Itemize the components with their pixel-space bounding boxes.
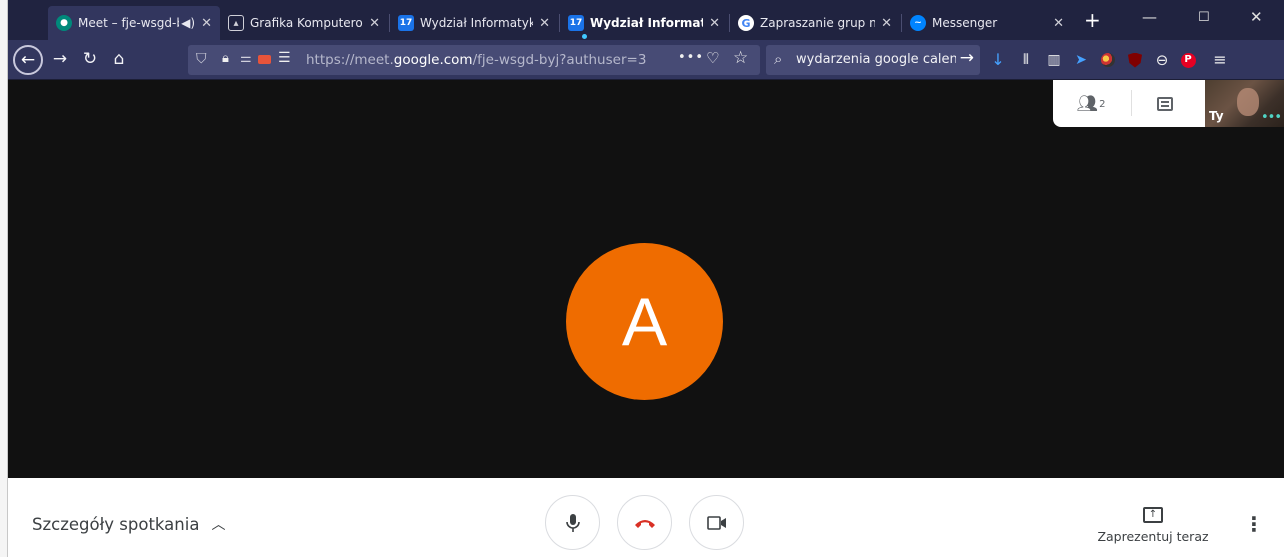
search-input[interactable]: wydarzenia google calendar (796, 52, 956, 67)
meet-icon: ● (56, 15, 72, 31)
forward-button[interactable]: → (48, 48, 72, 70)
permissions-icon[interactable]: ⚌ (240, 51, 252, 66)
bookmark-star-icon[interactable]: ☆ (733, 48, 748, 68)
url-bar[interactable]: ⛉ 🔒︎ ⚌ ☰ https://meet.google.com/fje-wsg… (188, 45, 760, 75)
close-icon[interactable]: ✕ (709, 16, 720, 31)
new-tab-button[interactable]: + (1084, 8, 1101, 32)
tab-label: Zapraszanie grup na (760, 16, 876, 30)
tab-label: Wydział Informatyki, (420, 16, 534, 30)
classroom-icon: ▴ (228, 15, 244, 31)
camera-icon (706, 515, 726, 530)
back-button[interactable]: ← (13, 45, 43, 75)
self-label: Ty (1209, 109, 1224, 123)
extension-icon[interactable] (1099, 51, 1117, 69)
chat-button[interactable] (1145, 88, 1185, 120)
sidebar-icon[interactable]: ▥ (1045, 51, 1063, 69)
calendar-icon: 17 (398, 15, 414, 31)
close-icon[interactable]: ✕ (201, 16, 212, 31)
video-stage: A 👥︎ 2 Ty ••• (8, 80, 1284, 478)
navigation-bar: ← → ↻ ⌂ ⛉ 🔒︎ ⚌ ☰ https://meet.google.com… (8, 40, 1284, 80)
present-now-button[interactable]: ↑ Zaprezentuj teraz (1088, 502, 1218, 544)
url-text[interactable]: https://meet.google.com/fje-wsgd-byj?aut… (306, 52, 646, 68)
camera-sharing-icon[interactable] (258, 55, 271, 64)
meeting-details-button[interactable]: Szczegóły spotkania ︿ (32, 514, 225, 534)
people-icon: 👥︎ (1076, 94, 1099, 114)
google-icon: G (738, 15, 754, 31)
close-icon[interactable]: ✕ (369, 16, 380, 31)
search-bar[interactable]: ⌕ wydarzenia google calendar → (766, 45, 980, 75)
tab-wydzial-1[interactable]: 17 Wydział Informatyki, ✕ (390, 6, 558, 40)
meeting-toolbar: Szczegóły spotkania ︿ ↑ Zaprezentuj tera… (8, 478, 1284, 557)
end-call-button[interactable] (617, 495, 672, 550)
calendar-icon: 17 (568, 15, 584, 31)
search-icon: ⌕ (774, 50, 783, 68)
close-icon[interactable]: ✕ (539, 16, 550, 31)
tab-label: Grafika Komputerowa (250, 16, 363, 30)
minimize-button[interactable]: — (1142, 8, 1157, 26)
page-actions-icon[interactable]: ••• (678, 50, 704, 65)
reload-button[interactable]: ↻ (78, 48, 102, 70)
pinterest-icon[interactable]: P (1179, 51, 1197, 69)
download-icon[interactable]: ↓ (989, 51, 1007, 69)
present-now-label: Zaprezentuj teraz (1097, 529, 1209, 544)
reader-icon[interactable]: ☰ (278, 50, 291, 66)
microphone-icon (565, 513, 580, 532)
tab-label: Meet – fje-wsgd-b (78, 16, 180, 30)
more-options-button[interactable]: ⋮ (1244, 512, 1264, 536)
close-icon[interactable]: ✕ (1053, 16, 1064, 31)
window-close-button[interactable]: ✕ (1250, 8, 1263, 26)
tab-meet[interactable]: ● Meet – fje-wsgd-b ◀) ✕ (48, 6, 220, 40)
more-options-icon[interactable]: ••• (1261, 110, 1282, 125)
speaker-icon[interactable]: ◀) (181, 16, 195, 30)
pocket-icon[interactable]: ♡ (706, 49, 719, 67)
self-video (1237, 88, 1259, 116)
camera-button[interactable] (689, 495, 744, 550)
ublock-icon[interactable] (1126, 51, 1144, 69)
tab-zapraszanie[interactable]: G Zapraszanie grup na ✕ (730, 6, 900, 40)
search-go-icon[interactable]: → (960, 48, 974, 68)
tab-label: Messenger (932, 16, 998, 30)
present-screen-icon: ↑ (1143, 507, 1163, 523)
tab-attention-dot (582, 34, 587, 39)
microphone-button[interactable] (545, 495, 600, 550)
library-icon[interactable]: ⦀ (1017, 51, 1035, 69)
participants-count: 2 (1099, 98, 1106, 110)
tab-label: Wydział Informatyki (590, 16, 703, 30)
account-icon[interactable]: ⊖ (1153, 51, 1171, 69)
chat-icon (1157, 97, 1173, 111)
window-edge (0, 0, 8, 557)
tab-messenger[interactable]: ~ Messenger ✕ (902, 6, 1072, 40)
end-call-icon (634, 519, 655, 528)
close-icon[interactable]: ✕ (881, 16, 892, 31)
lock-icon[interactable]: 🔒︎ (222, 51, 229, 66)
participant-avatar: A (566, 243, 723, 400)
cursor-extension-icon[interactable]: ➤ (1072, 51, 1090, 69)
tab-bar: ● Meet – fje-wsgd-b ◀) ✕ ▴ Grafika Kompu… (8, 0, 1284, 40)
participants-button[interactable]: 👥︎ 2 (1071, 88, 1111, 120)
maximize-button[interactable]: ☐ (1198, 10, 1210, 25)
home-button[interactable]: ⌂ (107, 48, 131, 70)
panel-divider (1131, 90, 1132, 116)
messenger-icon: ~ (910, 15, 926, 31)
chevron-up-icon: ︿ (211, 517, 226, 533)
meeting-panel-controls: 👥︎ 2 Ty ••• (1053, 80, 1284, 127)
tab-grafika[interactable]: ▴ Grafika Komputerowa ✕ (220, 6, 388, 40)
shield-icon[interactable]: ⛉ (196, 51, 207, 67)
meeting-details-label: Szczegóły spotkania (32, 514, 200, 534)
self-view-tile[interactable]: Ty ••• (1205, 80, 1284, 127)
menu-icon[interactable]: ≡ (1211, 51, 1229, 69)
